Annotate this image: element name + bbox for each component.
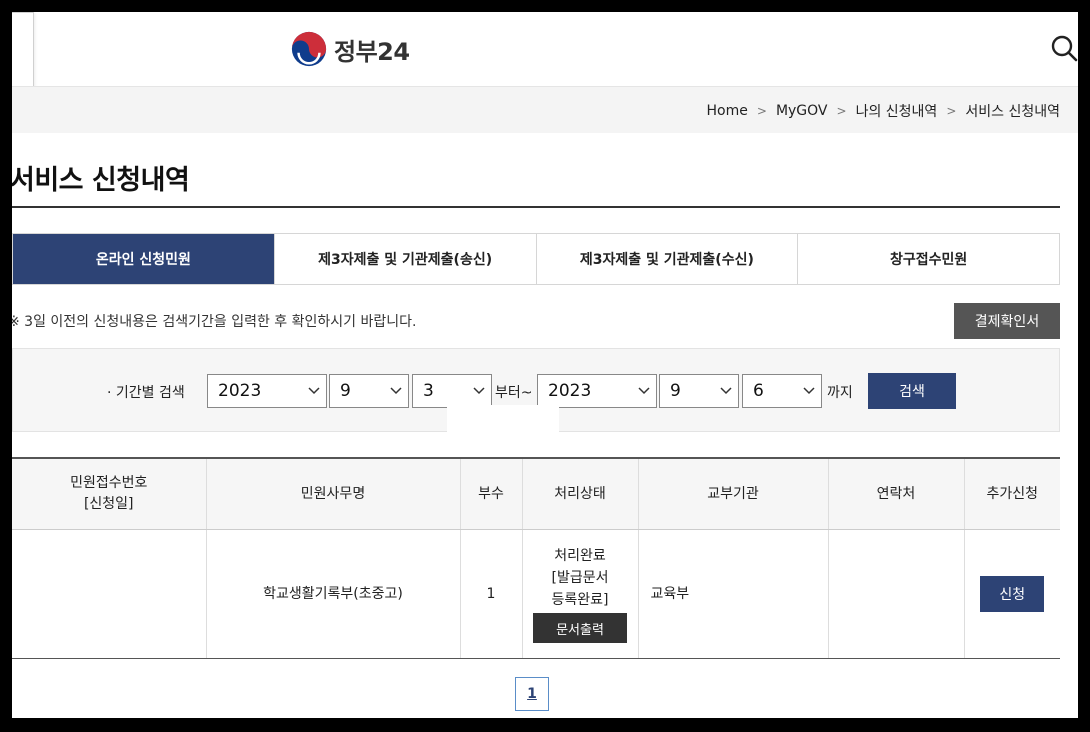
period-search-label: · 기간별 검색 xyxy=(107,382,185,402)
print-document-button[interactable]: 문서출력 xyxy=(533,613,627,643)
search-icon[interactable] xyxy=(1050,34,1078,64)
header-contact: 연락처 xyxy=(828,458,964,530)
chevron-down-icon xyxy=(720,384,732,396)
status-line: 등록완료] xyxy=(524,589,637,611)
header-status: 처리상태 xyxy=(522,458,638,530)
page-title: 서비스 신청내역 xyxy=(12,158,189,197)
site-header: 정부24 xyxy=(12,12,1078,86)
cell-status: 처리완료 [발급문서 등록완료] 문서출력 xyxy=(522,530,638,659)
from-month-value: 9 xyxy=(340,381,351,401)
header-additional-apply: 추가신청 xyxy=(964,458,1060,530)
cell-receipt-number xyxy=(12,530,206,659)
header-receipt-number: 민원접수번호 [신청일] xyxy=(12,458,206,530)
table-header-row: 민원접수번호 [신청일] 민원사무명 부수 처리상태 교부기관 연락처 추가신청 xyxy=(12,458,1060,530)
logo-text: 정부24 xyxy=(334,32,410,67)
from-month-select[interactable]: 9 xyxy=(329,374,409,408)
cell-contact xyxy=(828,530,964,659)
redaction-overlay xyxy=(447,405,559,435)
breadcrumb-bar: Home > MyGOV > 나의 신청내역 > 서비스 신청내역 xyxy=(12,86,1078,133)
chevron-down-icon xyxy=(473,384,485,396)
chevron-down-icon xyxy=(308,384,320,396)
browser-viewport: 정부24 Home > MyGOV > 나의 신청내역 > 서비스 신청내역 서… xyxy=(12,12,1078,718)
chevron-down-icon xyxy=(638,384,650,396)
chevron-right-icon: > xyxy=(837,104,847,118)
to-year-select[interactable]: 2023 xyxy=(537,374,657,408)
applications-table: 민원접수번호 [신청일] 민원사무명 부수 처리상태 교부기관 연락처 추가신청… xyxy=(12,457,1060,659)
breadcrumb-mygov[interactable]: MyGOV xyxy=(776,103,828,119)
from-day-value: 3 xyxy=(423,381,434,401)
search-period-notice: ※ 3일 이전의 신청내용은 검색기간을 입력한 후 확인하시기 바랍니다. xyxy=(12,311,416,331)
cell-copies: 1 xyxy=(460,530,522,659)
tab-online-applications[interactable]: 온라인 신청민원 xyxy=(13,234,274,284)
cell-issuing-org: 교육부 xyxy=(638,530,828,659)
taegeuk-logo-icon xyxy=(290,30,328,68)
application-tabs: 온라인 신청민원 제3자제출 및 기관제출(송신) 제3자제출 및 기관제출(수… xyxy=(12,233,1060,285)
site-logo[interactable]: 정부24 xyxy=(290,30,410,68)
period-search-panel: · 기간별 검색 2023 9 3 부터~ 2023 9 6 까지 검색 xyxy=(12,348,1060,432)
page-1-link[interactable]: 1 xyxy=(515,677,549,711)
title-divider xyxy=(12,206,1060,208)
cell-service-name: 학교생활기록부(초중고) xyxy=(206,530,460,659)
tab-third-party-received[interactable]: 제3자제출 및 기관제출(수신) xyxy=(536,234,798,284)
breadcrumb-my-applications[interactable]: 나의 신청내역 xyxy=(856,101,938,121)
header-issuing-org: 교부기관 xyxy=(638,458,828,530)
from-year-value: 2023 xyxy=(218,381,261,401)
chevron-down-icon xyxy=(803,384,815,396)
header-copies: 부수 xyxy=(460,458,522,530)
breadcrumb: Home > MyGOV > 나의 신청내역 > 서비스 신청내역 xyxy=(707,101,1060,121)
tab-third-party-sent[interactable]: 제3자제출 및 기관제출(송신) xyxy=(274,234,536,284)
from-day-select[interactable]: 3 xyxy=(412,374,492,408)
payment-receipt-button[interactable]: 결제확인서 xyxy=(954,303,1060,339)
search-button[interactable]: 검색 xyxy=(868,373,956,409)
chevron-down-icon xyxy=(390,384,402,396)
to-month-select[interactable]: 9 xyxy=(659,374,739,408)
chevron-right-icon: > xyxy=(946,104,956,118)
tab-counter-applications[interactable]: 창구접수민원 xyxy=(797,234,1059,284)
table-row: 학교생활기록부(초중고) 1 처리완료 [발급문서 등록완료] 문서출력 교육부… xyxy=(12,530,1060,659)
status-line: [발급문서 xyxy=(524,567,637,589)
cell-additional-apply: 신청 xyxy=(964,530,1060,659)
to-suffix: 까지 xyxy=(827,382,853,402)
from-year-select[interactable]: 2023 xyxy=(207,374,327,408)
apply-button[interactable]: 신청 xyxy=(980,576,1044,612)
breadcrumb-current: 서비스 신청내역 xyxy=(965,101,1060,121)
chevron-right-icon: > xyxy=(757,104,767,118)
to-month-value: 9 xyxy=(670,381,681,401)
breadcrumb-home[interactable]: Home xyxy=(707,103,748,119)
to-day-value: 6 xyxy=(753,381,764,401)
to-year-value: 2023 xyxy=(548,381,591,401)
status-line: 처리완료 xyxy=(524,545,637,567)
to-day-select[interactable]: 6 xyxy=(742,374,822,408)
from-suffix: 부터~ xyxy=(495,382,533,402)
header-service-name: 민원사무명 xyxy=(206,458,460,530)
